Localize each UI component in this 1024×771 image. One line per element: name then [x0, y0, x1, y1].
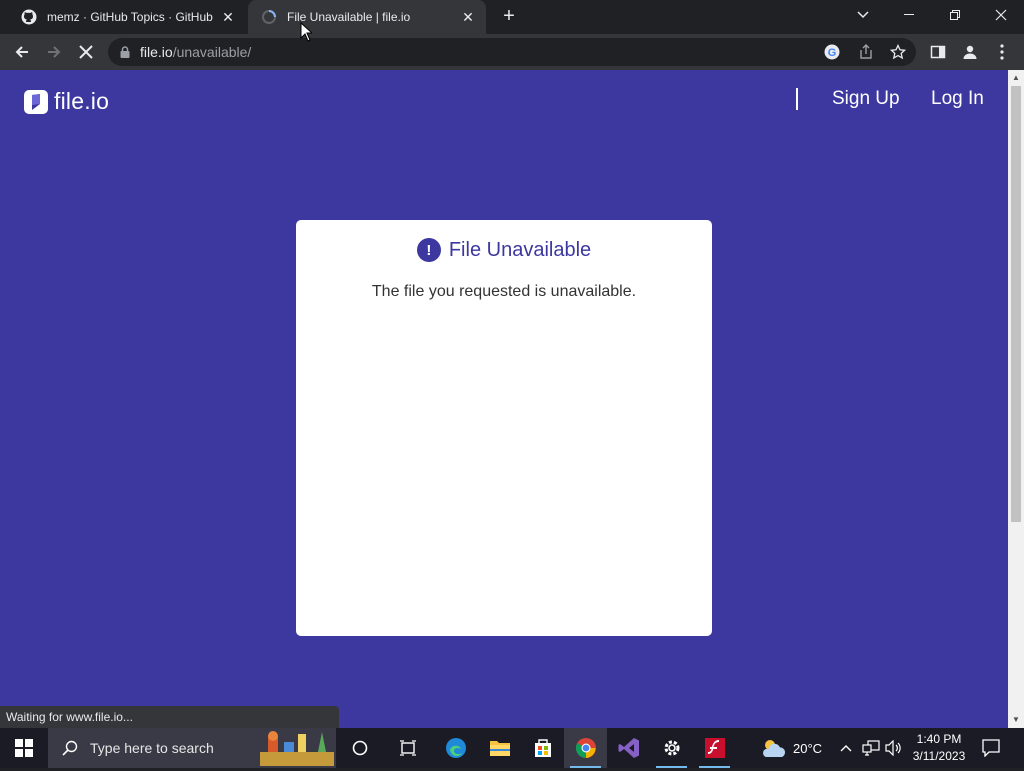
bookmark-star-icon[interactable]: [889, 43, 907, 65]
close-tab-icon[interactable]: ✕: [218, 7, 238, 27]
card-heading: File Unavailable: [448, 238, 592, 261]
mouse-cursor-icon: [300, 21, 314, 47]
site-logo[interactable]: file.io: [24, 88, 109, 115]
share-icon[interactable]: [858, 44, 874, 65]
clock-time: 1:40 PM: [916, 732, 962, 746]
loading-icon: [261, 9, 277, 25]
tray-chevron-up-icon[interactable]: [840, 728, 852, 768]
profile-icon[interactable]: [956, 38, 984, 66]
stop-loading-icon[interactable]: [72, 38, 100, 66]
scroll-up-icon[interactable]: ▲: [1012, 73, 1020, 82]
scroll-thumb[interactable]: [1011, 86, 1021, 522]
network-icon[interactable]: [862, 728, 880, 768]
chrome-taskbar-icon[interactable]: [564, 728, 607, 768]
menu-kebab-icon[interactable]: [988, 38, 1016, 66]
tab-title: File Unavailable | file.io: [287, 10, 411, 24]
task-view-icon[interactable]: [386, 728, 429, 768]
search-highlight-icon: [260, 730, 334, 771]
back-arrow-icon[interactable]: [8, 38, 36, 66]
google-icon[interactable]: G: [824, 44, 840, 65]
nav-divider: [796, 88, 798, 110]
scroll-down-icon[interactable]: ▼: [1012, 715, 1020, 724]
card-header: ! File Unavailable: [296, 238, 712, 262]
close-tab-icon[interactable]: ✕: [458, 7, 478, 27]
visual-studio-icon[interactable]: [607, 728, 650, 768]
tab-file-unavailable[interactable]: File Unavailable | file.io ✕: [248, 0, 486, 34]
sign-up-link[interactable]: Sign Up: [832, 88, 900, 110]
search-icon: [62, 740, 78, 756]
file-explorer-icon[interactable]: [478, 728, 521, 768]
url-path: /unavailable/: [172, 44, 252, 60]
url-host: file.io: [140, 44, 173, 60]
page-scrollbar[interactable]: ▲ ▼: [1008, 70, 1024, 728]
weather-temperature[interactable]: 20°C: [793, 728, 822, 768]
svg-text:G: G: [828, 47, 837, 59]
status-bubble: Waiting for www.file.io...: [0, 706, 339, 728]
minimize-icon[interactable]: [886, 0, 932, 30]
logo-text: file.io: [54, 88, 110, 114]
volume-icon[interactable]: [885, 728, 903, 768]
tab-strip: memz · GitHub Topics · GitHub ✕ File Una…: [0, 0, 1024, 34]
microsoft-store-icon[interactable]: [521, 728, 564, 768]
windows-start-icon[interactable]: [2, 728, 45, 768]
settings-gear-icon[interactable]: [650, 728, 693, 768]
tab-search-icon[interactable]: [840, 0, 886, 30]
page-viewport: file.io Sign Up Log In ! File Unavailabl…: [0, 70, 1008, 728]
forward-arrow-icon[interactable]: [40, 38, 68, 66]
side-panel-icon[interactable]: [924, 38, 952, 66]
notifications-icon[interactable]: [982, 728, 1000, 768]
close-window-icon[interactable]: [978, 0, 1024, 30]
taskbar-search-box[interactable]: Type here to search: [48, 728, 336, 768]
weather-icon[interactable]: [760, 728, 788, 768]
log-in-link[interactable]: Log In: [931, 88, 984, 110]
alert-icon: !: [416, 238, 441, 262]
tab-github[interactable]: memz · GitHub Topics · GitHub ✕: [8, 0, 246, 34]
github-icon: [21, 9, 37, 25]
flash-player-icon[interactable]: [693, 728, 736, 768]
unavailable-card: ! File Unavailable The file you requeste…: [296, 220, 712, 636]
file-io-logo-icon: [24, 89, 48, 114]
clock-date: 3/11/2023: [912, 749, 966, 763]
address-bar[interactable]: file.io/unavailable/ G: [108, 38, 916, 66]
card-message: The file you requested is unavailable.: [371, 283, 637, 300]
search-placeholder: Type here to search: [90, 740, 214, 756]
taskbar-clock[interactable]: 1:40 PM 3/11/2023: [908, 731, 970, 765]
windows-taskbar: Type here to search 20°C 1:40 PM 3/11/20…: [0, 728, 1024, 768]
edge-icon[interactable]: [434, 728, 477, 768]
lock-icon: [120, 46, 130, 58]
browser-toolbar: file.io/unavailable/ G: [0, 34, 1024, 70]
cortana-icon[interactable]: [338, 728, 381, 768]
new-tab-button[interactable]: +: [498, 6, 520, 28]
restore-icon[interactable]: [932, 0, 978, 30]
tab-title: memz · GitHub Topics · GitHub: [47, 10, 213, 24]
